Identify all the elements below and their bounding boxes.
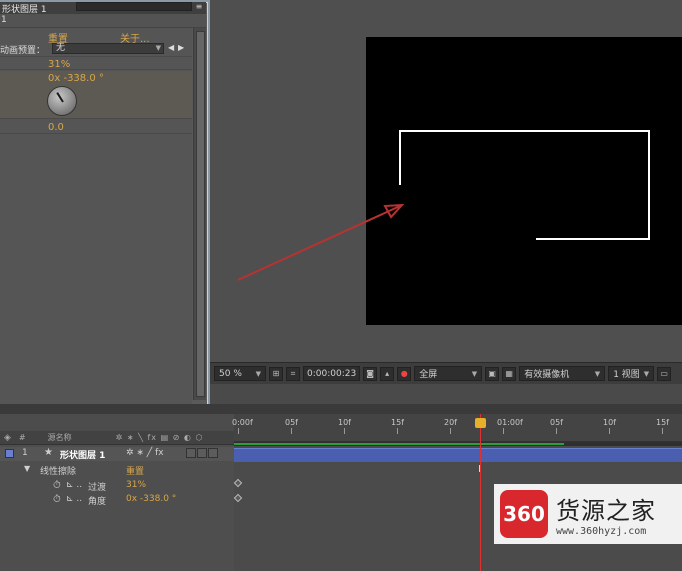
panel-menu-icon[interactable]: ≡: [194, 2, 204, 12]
ruler-tick: [291, 428, 292, 434]
graph-icon[interactable]: ⊾ ..: [66, 480, 82, 490]
view-layout-select[interactable]: 1 视图 ▼: [608, 366, 655, 381]
feather-value[interactable]: 0.0: [48, 122, 64, 133]
animation-preset-select[interactable]: 无 ▼: [52, 43, 164, 54]
ruler-tick-label: 10f: [603, 418, 616, 427]
shape-layer-star-icon: ★: [44, 447, 53, 458]
layer-switches[interactable]: ✲ ∗ ╱ fx: [126, 448, 164, 458]
watermark-logo: 360: [500, 490, 548, 538]
property-label: 过渡: [88, 483, 107, 493]
layer-duration-bar[interactable]: [234, 448, 682, 462]
expand-triangle-icon[interactable]: ▼: [24, 464, 30, 473]
watermark-text: 货源之家 www.360hyzj.com: [556, 491, 656, 537]
panel-scrollbar[interactable]: [193, 28, 206, 400]
watermark: 360 货源之家 www.360hyzj.com: [494, 484, 682, 544]
ruler-tick: [609, 428, 610, 434]
stopwatch-icon[interactable]: ⏱: [53, 480, 61, 491]
ruler-tick: [344, 428, 345, 434]
effect-controls-body: 重置 关于... 动画预置： 无 ▼ ◀ ▶ 31% 0x -338.0 ° 0…: [0, 28, 192, 410]
angle-row: 0x -338.0 °: [0, 71, 192, 119]
layer-switches-header: ✲ ∗ ╲ fx ▤ ⊘ ◐ ⬡: [115, 433, 204, 442]
chevron-down-icon: ▼: [594, 369, 601, 378]
panel-title: 形状图层 1: [2, 4, 47, 15]
ruler-tick-label: 20f: [444, 418, 457, 427]
angle-value[interactable]: 0x -338.0 °: [48, 73, 104, 84]
toggle-pixel-aspect-icon[interactable]: ▭: [657, 366, 672, 381]
panel-title-field[interactable]: [76, 2, 192, 11]
property-value[interactable]: 0x -338.0 °: [126, 494, 176, 504]
ruler-tick: [503, 428, 504, 434]
stopwatch-icon[interactable]: ⏱: [53, 494, 61, 505]
chevron-down-icon: ▼: [155, 44, 161, 52]
work-area-fill: [234, 443, 564, 445]
panel-layer-label: 1: [0, 14, 206, 28]
resolution-select[interactable]: 全屏 ▼: [414, 366, 483, 381]
ruler-tick-label: 15f: [391, 418, 404, 427]
ruler-tick-label: 01:00f: [497, 418, 523, 427]
property-row[interactable]: ⏱ ⊾ .. 过渡 31%: [0, 479, 234, 493]
chevron-down-icon: ▼: [643, 369, 650, 378]
ruler-tick: [238, 428, 239, 434]
transparency-grid-icon[interactable]: ▦: [502, 366, 517, 381]
chevron-down-icon: ▼: [471, 369, 478, 378]
label-color-swatch[interactable]: [5, 449, 14, 458]
property-label: 角度: [88, 497, 107, 507]
watermark-title: 货源之家: [556, 497, 656, 525]
snapshot-camera-icon[interactable]: ◙: [363, 366, 378, 381]
ruler-tick: [450, 428, 451, 434]
watermark-url: www.360hyzj.com: [556, 526, 647, 537]
layer-row[interactable]: 1 ★ 形状图层 1 ✲ ∗ ╱ fx: [0, 447, 234, 461]
ruler-tick-label: 05f: [550, 418, 563, 427]
viewer-toolbar: 50 % ▼ ⊞ ⌗ 0:00:00:23 ◙ ▴ ● 全屏 ▼ ▣ ▦ 有效摄像机…: [208, 362, 682, 384]
composition-canvas[interactable]: [366, 37, 682, 325]
graph-icon[interactable]: ⊾ ..: [66, 494, 82, 504]
layer-switch-boxes: [186, 448, 219, 459]
number-column-header: #: [18, 433, 26, 442]
effect-reset-link[interactable]: 重置: [126, 464, 144, 477]
current-time-display[interactable]: 0:00:00:23: [303, 366, 361, 381]
switch-box[interactable]: [186, 448, 196, 458]
layer-name[interactable]: 形状图层 1: [60, 448, 105, 461]
preset-prev-icon[interactable]: ◀: [168, 43, 174, 52]
color-channels-icon[interactable]: ●: [397, 366, 412, 381]
ruler-tick: [397, 428, 398, 434]
switch-box[interactable]: [208, 448, 218, 458]
property-row[interactable]: ⏱ ⊾ .. 角度 0x -338.0 °: [0, 493, 234, 507]
current-time-indicator-line[interactable]: [480, 414, 481, 571]
preset-next-icon[interactable]: ▶: [178, 43, 184, 52]
switch-box[interactable]: [197, 448, 207, 458]
safe-zones-icon[interactable]: ⊞: [269, 366, 283, 381]
dial-needle: [56, 92, 64, 103]
label-tag-icon[interactable]: ◈: [4, 433, 11, 443]
ruler-tick-label: 05f: [285, 418, 298, 427]
ruler-tick: [556, 428, 557, 434]
transition-value[interactable]: 31%: [48, 59, 70, 70]
feather-row: 0.0: [0, 120, 192, 134]
effect-row[interactable]: ▼ 线性擦除 重置: [0, 463, 234, 477]
ruler-tick-label: 15f: [656, 418, 669, 427]
effect-name[interactable]: 线性擦除: [40, 464, 76, 477]
ruler-tick-label: 0:00f: [232, 418, 253, 427]
shape-layer-stroke: [399, 130, 650, 240]
ruler-tick: [662, 428, 663, 434]
angle-dial-control[interactable]: [47, 86, 77, 116]
current-time-indicator-head[interactable]: [475, 418, 486, 428]
layer-number: 1: [22, 448, 28, 458]
scrollbar-thumb[interactable]: [196, 31, 205, 397]
mask-visibility-icon[interactable]: ⌗: [286, 366, 300, 381]
show-snapshot-icon[interactable]: ▴: [380, 366, 395, 381]
ruler-tick-label: 10f: [338, 418, 351, 427]
panel-titlebar: 形状图层 1 ≡: [0, 2, 206, 15]
chevron-down-icon: ▼: [255, 369, 261, 378]
effect-controls-panel: 形状图层 1 ≡ 1 重置 关于... 动画预置： 无 ▼ ◀ ▶ 31% 0x…: [0, 0, 210, 412]
layer-column-header: ◈ # 源名称 ✲ ∗ ╲ fx ▤ ⊘ ◐ ⬡: [0, 431, 234, 445]
camera-select[interactable]: 有效摄像机 ▼: [519, 366, 606, 381]
zoom-select[interactable]: 50 % ▼: [214, 366, 266, 381]
timeline-tab-strip: [0, 404, 682, 414]
animation-preset-label: 动画预置：: [0, 46, 46, 56]
transition-row: 31%: [0, 56, 192, 70]
source-name-header[interactable]: 源名称: [48, 432, 72, 443]
region-of-interest-icon[interactable]: ▣: [485, 366, 500, 381]
property-value[interactable]: 31%: [126, 480, 146, 490]
